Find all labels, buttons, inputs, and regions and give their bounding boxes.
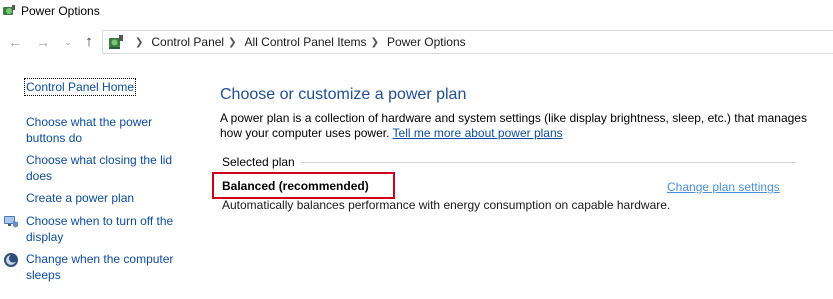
sidebar-item-label: does — [26, 169, 53, 183]
chevron-right-icon[interactable]: ❯ — [228, 37, 236, 48]
chevron-right-icon[interactable]: ❯ — [371, 37, 379, 48]
title-bar: Power Options — [0, 0, 833, 24]
monitor-shield-icon — [4, 216, 18, 228]
sidebar-item-control-panel-home[interactable]: Control Panel Home — [24, 78, 137, 96]
breadcrumb-all-items[interactable]: All Control Panel Items — [245, 35, 367, 49]
plan-description: Automatically balances performance with … — [222, 198, 671, 212]
sidebar-item-label: display — [26, 230, 64, 244]
plan-name: Balanced (recommended) — [222, 179, 369, 193]
selected-plan-label: Selected plan — [222, 155, 295, 169]
chevron-right-icon[interactable]: ❯ — [135, 37, 143, 48]
moon-sleep-icon — [4, 253, 18, 267]
sidebar-item-label: Choose what closing the lid — [26, 153, 173, 167]
selected-plan-group-header: Selected plan — [222, 155, 796, 169]
chevron-down-icon[interactable]: ⌄ — [62, 33, 74, 51]
navigation-bar: ← → ⌄ ↑ ❯ Control Panel ❯ All Control Pa… — [0, 28, 833, 56]
sidebar-item-create-plan[interactable]: Create a power plan — [26, 190, 134, 206]
window-title: Power Options — [21, 4, 100, 18]
forward-arrow-icon[interactable]: → — [34, 33, 52, 51]
address-bar[interactable]: ❯ Control Panel ❯ All Control Panel Item… — [102, 30, 833, 54]
sidebar-item-closing-lid[interactable]: Choose what closing the lid does — [26, 152, 172, 184]
breadcrumb-power-options[interactable]: Power Options — [387, 35, 466, 49]
sidebar-item-label: Choose what the power — [26, 115, 153, 129]
tell-me-more-link[interactable]: Tell me more about power plans — [393, 126, 563, 140]
divider — [300, 161, 796, 163]
sidebar-item-power-buttons[interactable]: Choose what the power buttons do — [26, 114, 152, 146]
sidebar-item-label: Choose when to turn off the — [26, 214, 174, 228]
sidebar-item-label: buttons do — [26, 131, 83, 145]
sidebar-item-computer-sleeps[interactable]: Change when the computer sleeps — [26, 251, 173, 283]
sidebar-item-label: sleeps — [26, 268, 61, 282]
sidebar-item-turn-off-display[interactable]: Choose when to turn off the display — [26, 213, 173, 245]
control-panel-icon — [109, 35, 123, 49]
change-plan-settings-link[interactable]: Change plan settings — [667, 180, 780, 194]
breadcrumb-control-panel[interactable]: Control Panel — [151, 35, 224, 49]
back-arrow-icon[interactable]: ← — [6, 33, 24, 51]
sidebar-item-label: Change when the computer — [26, 252, 174, 266]
intro-paragraph: A power plan is a collection of hardware… — [220, 111, 810, 141]
sidebar-item-label: Create a power plan — [26, 191, 135, 205]
power-options-app-icon — [3, 5, 15, 15]
power-options-window: Power Options ← → ⌄ ↑ ❯ Control Panel ❯ … — [0, 0, 833, 299]
up-arrow-icon[interactable]: ↑ — [80, 33, 98, 51]
page-title: Choose or customize a power plan — [220, 86, 467, 103]
